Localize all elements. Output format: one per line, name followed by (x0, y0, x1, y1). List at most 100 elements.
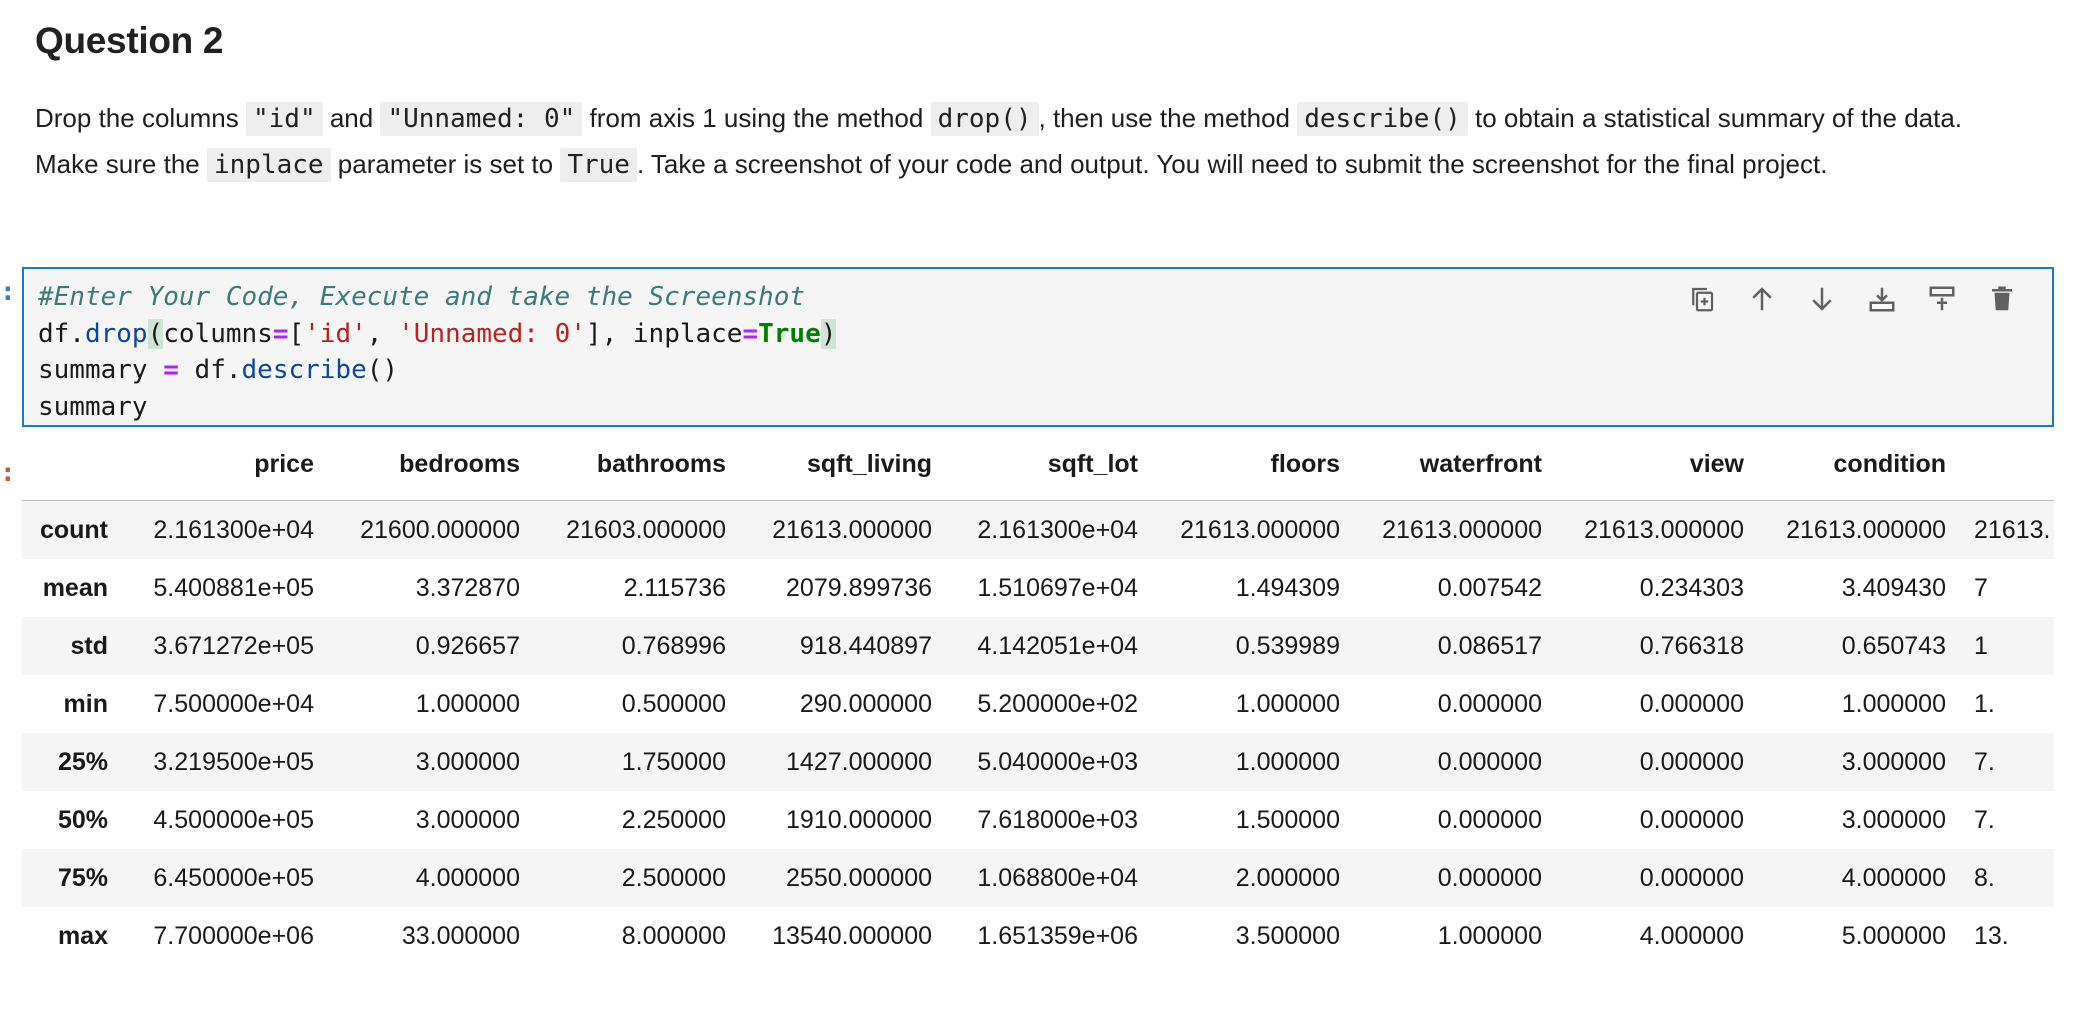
insert-above-icon (1929, 286, 1955, 311)
table-cell: 8. (1974, 863, 1995, 892)
table-cell: 0.926657 (415, 631, 520, 660)
table-cell: 1.000000 (415, 689, 520, 718)
code-token: () (366, 355, 399, 385)
table-cell: 4.000000 (1639, 921, 1744, 950)
table-cell: 5.400881e+05 (153, 573, 314, 602)
row-label: min (63, 689, 108, 718)
code-token: ] (585, 318, 602, 349)
insert-below-button[interactable] (1852, 281, 1912, 317)
code-token: True (758, 318, 821, 349)
table-cell: 0.650743 (1841, 631, 1946, 660)
table-cell: 3.671272e+05 (153, 631, 314, 660)
table-cell: 0.000000 (1437, 863, 1542, 892)
code-token: = (742, 318, 759, 349)
table-cell: 2.161300e+04 (153, 515, 314, 544)
table-cell: 5.000000 (1841, 921, 1946, 950)
inline-code-unnamed: "Unnamed: 0" (380, 102, 583, 136)
table-cell: 0.500000 (621, 689, 726, 718)
code-token: = (272, 318, 289, 349)
table-cell: 1.494309 (1235, 573, 1340, 602)
duplicate-cell-icon (1692, 287, 1714, 312)
row-label: std (70, 631, 109, 660)
table-cell: 2.115736 (623, 573, 726, 602)
insert-above-button[interactable] (1912, 281, 1972, 317)
table-cell: 2550.000000 (786, 863, 932, 892)
move-up-button[interactable] (1732, 281, 1792, 317)
table-cell: 21613. (1974, 515, 2051, 544)
cell-toolbar (1672, 281, 2032, 317)
column-header: floors (1142, 450, 1344, 501)
table-row: 50% 4.500000e+05 3.000000 2.250000 1910.0000… (22, 791, 2055, 849)
table-row: max 7.700000e+06 33.000000 8.000000 13540.00… (22, 907, 2055, 965)
row-label: 25% (57, 747, 108, 776)
code-token: summary (38, 355, 164, 385)
duplicate-cell-button[interactable] (1672, 281, 1732, 317)
table-row: 75% 6.450000e+05 4.000000 2.500000 2550.0000… (22, 849, 2055, 907)
input-prompt: : (0, 277, 16, 307)
table-cell: 21613.000000 (772, 515, 932, 544)
table-cell: 3.372870 (415, 573, 520, 602)
inline-code-inplace: inplace (206, 148, 331, 182)
move-up-icon (1752, 287, 1772, 311)
row-label: count (39, 515, 108, 544)
code-token: = (163, 355, 179, 385)
code-token: 'id' (304, 318, 367, 349)
table-cell: 13. (1974, 921, 2009, 950)
table-cell: 2.161300e+04 (977, 515, 1138, 544)
table-cell: 7. (1974, 747, 1995, 776)
table-row: min 7.500000e+04 1.000000 0.500000 290.00000… (22, 675, 2055, 733)
table-cell: 1.651359e+06 (977, 921, 1138, 950)
delete-cell-button[interactable] (1972, 281, 2032, 317)
table-cell: 1.510697e+04 (977, 573, 1138, 602)
table-cell: 290.000000 (799, 689, 932, 718)
table-cell: 2.000000 (1235, 863, 1340, 892)
table-cell: 1. (1974, 689, 1995, 718)
table-cell: 0.000000 (1639, 747, 1744, 776)
table-cell: 0.007542 (1437, 573, 1542, 602)
table-cell: 4.142051e+04 (977, 631, 1138, 660)
table-cell: 0.766318 (1639, 631, 1744, 660)
table-cell: 1.000000 (1235, 689, 1340, 718)
table-cell: 21613.000000 (1180, 515, 1340, 544)
table-header: price bedrooms bathrooms sqft_living sqft_lo… (22, 450, 2055, 501)
instruction-text: and (322, 103, 381, 133)
delete-icon (1992, 286, 2012, 311)
table-row: 25% 3.219500e+05 3.000000 1.750000 1427.0000… (22, 733, 2055, 791)
instruction-text: from axis 1 using the method (582, 103, 931, 133)
table-cell: 3.000000 (1841, 805, 1946, 834)
table-cell: 1.000000 (1235, 747, 1340, 776)
insert-below-icon (1869, 287, 1895, 312)
code-cell-editor[interactable]: #Enter Your Code, Execute and take the S… (22, 267, 2054, 427)
table-cell: 1.750000 (621, 747, 726, 776)
column-header: bedrooms (318, 450, 524, 501)
table-cell: 1.000000 (1841, 689, 1946, 718)
code-token: 'Unnamed: 0' (398, 318, 586, 349)
table-cell: 1427.000000 (786, 747, 932, 776)
table-cell: 0.086517 (1437, 631, 1542, 660)
column-header: view (1546, 450, 1748, 501)
table-cell: 21613.000000 (1382, 515, 1542, 544)
table-cell: 21600.000000 (360, 515, 520, 544)
move-down-button[interactable] (1792, 281, 1852, 317)
question-heading: Question 2 (35, 20, 224, 61)
table-cell: 0.000000 (1639, 689, 1744, 718)
code-token: drop (84, 318, 148, 349)
table-cell: 7.700000e+06 (153, 921, 314, 950)
code-token: describe (241, 355, 367, 385)
table-cell: 3.219500e+05 (153, 747, 314, 776)
table-row: count 2.161300e+04 21600.000000 21603.00000… (22, 500, 2055, 559)
table-cell: 0.539989 (1235, 631, 1340, 660)
column-header (1950, 450, 2055, 501)
instruction-text: . Take a screenshot of your code and out… (636, 149, 1828, 179)
code-token: df. (178, 355, 242, 385)
inline-code-drop: drop() (930, 102, 1039, 136)
row-label: max (57, 921, 108, 950)
table-cell: 0.000000 (1437, 805, 1542, 834)
code-token: df. (38, 318, 85, 349)
table-cell: 7.500000e+04 (153, 689, 314, 718)
code-text[interactable]: #Enter Your Code, Execute and take the S… (38, 279, 837, 425)
table-row: std 3.671272e+05 0.926657 0.768996 918.44089… (22, 617, 2055, 675)
table-cell: 0.768996 (621, 631, 726, 660)
inline-code-true: True (560, 148, 637, 182)
table-cell: 918.440897 (799, 631, 932, 660)
